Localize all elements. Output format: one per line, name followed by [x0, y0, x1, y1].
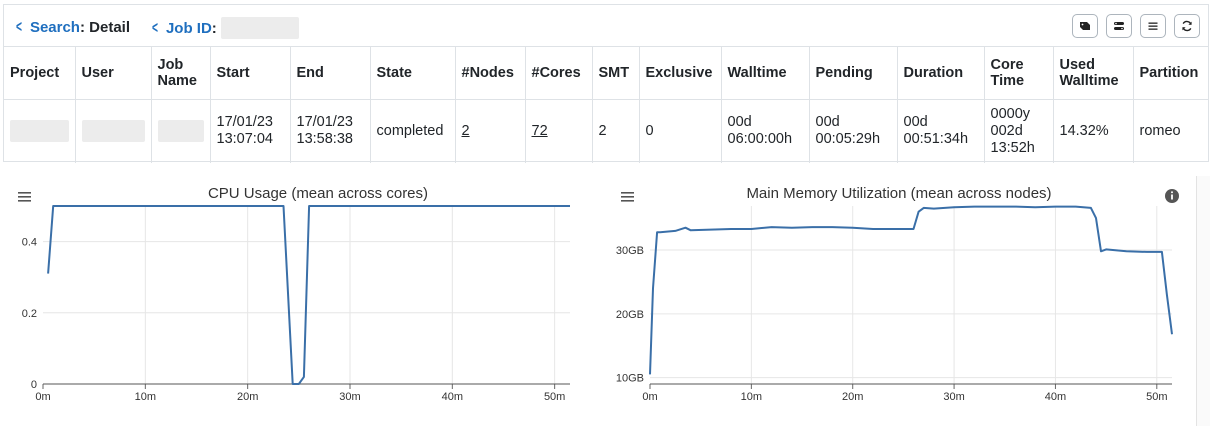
tag-button[interactable] [1072, 14, 1098, 38]
project-cell [4, 99, 76, 163]
x-tick-label: 0m [642, 391, 657, 403]
refresh-button[interactable] [1174, 14, 1200, 38]
start-cell: 17/01/23 13:07:04 [210, 99, 291, 163]
y-tick-label: 0.4 [22, 237, 37, 249]
y-tick-label: 30GB [616, 245, 644, 257]
redacted-value [157, 120, 204, 143]
duration-cell: 00d 00:51:34h [897, 99, 985, 163]
x-tick-label: 50m [1146, 391, 1167, 403]
x-tick-label: 40m [1045, 391, 1066, 403]
column-header: Job Name [151, 47, 211, 100]
jobname-cell [151, 99, 211, 163]
stats-icon [1114, 22, 1124, 30]
list-button[interactable] [1140, 14, 1166, 38]
nodes-link[interactable]: 2 [462, 123, 470, 139]
series-line [649, 205, 1173, 375]
exclusive-cell: 0 [639, 99, 722, 163]
x-tick-label: 20m [842, 391, 863, 403]
chevron-left-icon: < [151, 18, 158, 37]
end-cell: 17/01/23 13:58:38 [290, 99, 371, 163]
column-header: Exclusive [639, 47, 722, 100]
chart-menu-icon[interactable] [18, 192, 31, 202]
breadcrumb-search[interactable]: < Search: Detail [14, 17, 130, 37]
state-cell: completed [370, 99, 456, 163]
cpu-usage-svg: CPU Usage (mean across cores) 0m 10m 20m 30… [18, 185, 570, 403]
jobid-link[interactable]: Job ID [166, 20, 212, 37]
memory-chart: Main Memory Utilization (mean across nod… [606, 176, 1196, 426]
breadcrumb-jobid[interactable]: < Job ID: [150, 17, 299, 39]
scrollbar[interactable] [1196, 176, 1210, 426]
cpu-usage-chart: CPU Usage (mean across cores) 0m 10m 20m 30… [0, 176, 592, 426]
job-table: Project User Job Name Start End State #N… [4, 47, 1208, 163]
partition-cell: romeo [1139, 122, 1181, 139]
x-tick-label: 10m [135, 391, 156, 403]
x-tick-label: 10m [741, 391, 762, 403]
column-header: State [370, 47, 456, 100]
chart-menu-icon[interactable] [621, 192, 634, 202]
stats-button[interactable] [1106, 14, 1132, 38]
column-header: #Nodes [455, 47, 526, 100]
y-tick-label: 0.2 [22, 308, 37, 320]
column-header: Partition [1133, 47, 1208, 100]
job-id-redacted [220, 17, 299, 39]
column-header: Core Time [984, 47, 1054, 100]
list-icon [1148, 22, 1158, 30]
redacted-value [81, 120, 145, 143]
y-tick-label: 20GB [616, 309, 644, 321]
table-header-row: Project User Job Name Start End State #N… [4, 47, 1208, 100]
core-time-cell: 0000y 002d 13:52h [984, 99, 1054, 163]
jobid-rest-label: : [211, 19, 217, 37]
user-cell [75, 99, 152, 163]
x-tick-label: 30m [339, 391, 360, 403]
redacted-value [10, 120, 69, 143]
y-tick-label: 0 [31, 379, 37, 391]
smt-cell: 2 [592, 99, 640, 163]
cores-cell: 72 [525, 99, 593, 163]
used-walltime-cell: 14.32% [1053, 99, 1134, 163]
y-tick-label: 10GB [616, 373, 644, 385]
x-tick-label: 20m [237, 391, 258, 403]
walltime-cell: 00d 06:00:00h [721, 99, 810, 163]
chart-title: CPU Usage (mean across cores) [208, 185, 428, 202]
column-header: Project [4, 47, 76, 100]
pending-cell: 00d 00:05:29h [809, 99, 898, 163]
memory-svg: Main Memory Utilization (mean across nod… [616, 185, 1179, 403]
column-header: Used Walltime [1053, 47, 1134, 100]
x-tick-label: 0m [35, 391, 50, 403]
table-row: 17/01/23 13:07:04 17/01/23 13:58:38 comp… [4, 99, 1208, 163]
column-header: Start [210, 47, 291, 100]
x-tick-label: 50m [544, 391, 565, 403]
column-header: SMT [592, 47, 640, 100]
x-tick-label: 40m [442, 391, 463, 403]
series-line [47, 205, 570, 385]
column-header: #Cores [525, 47, 593, 100]
search-link[interactable]: Search [30, 19, 80, 36]
nodes-cell: 2 [455, 99, 526, 163]
refresh-icon [1182, 20, 1192, 32]
toolbar: < Search: Detail < Job ID: [4, 5, 1208, 47]
info-icon[interactable] [1165, 189, 1179, 203]
job-detail-panel: < Search: Detail < Job ID: Project User … [3, 4, 1209, 163]
chart-title: Main Memory Utilization (mean across nod… [746, 185, 1051, 202]
column-header: End [290, 47, 371, 100]
search-rest-label: : Detail [79, 18, 130, 36]
column-header: Walltime [721, 47, 810, 100]
column-header: Duration [897, 47, 985, 100]
column-header: User [75, 47, 152, 100]
column-header: Pending [809, 47, 898, 100]
tag-icon [1080, 22, 1090, 30]
chevron-left-icon: < [15, 17, 22, 36]
x-tick-label: 30m [943, 391, 964, 403]
cores-link[interactable]: 72 [532, 123, 548, 139]
